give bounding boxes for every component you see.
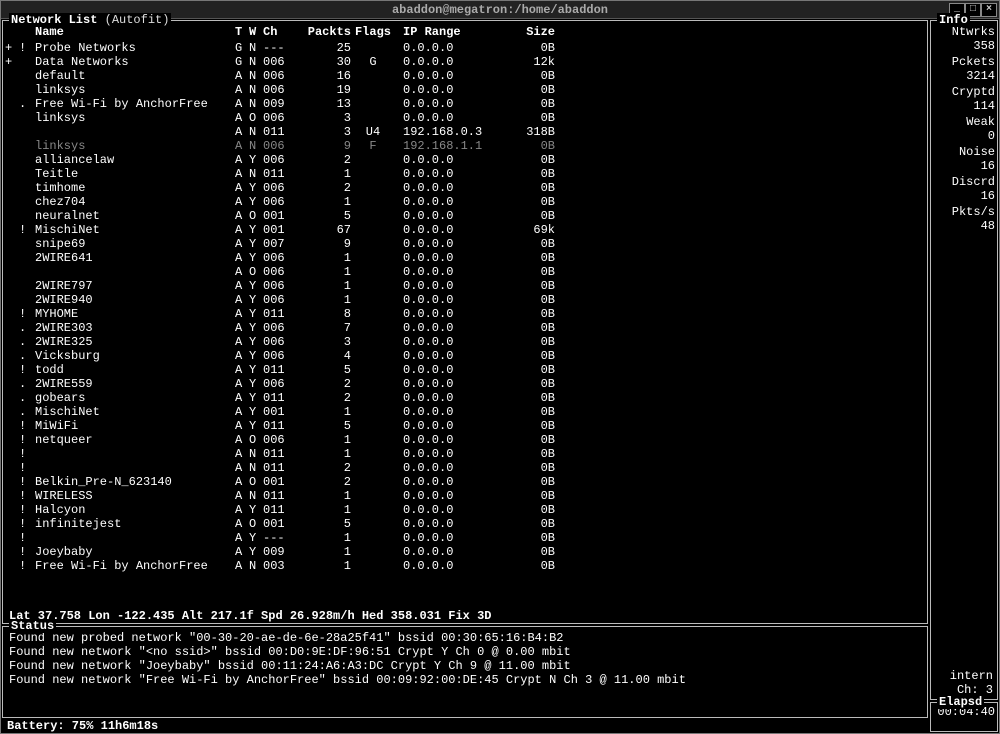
elapsed-panel: Elapsd 00:04:40	[930, 702, 998, 732]
network-row[interactable]: . 2WIRE325AY00630.0.0.00B	[3, 335, 927, 349]
network-row[interactable]: AN0113U4192.168.0.3318B	[3, 125, 927, 139]
info-value: 114	[933, 99, 995, 113]
network-row[interactable]: ! AN01110.0.0.00B	[3, 447, 927, 461]
info-label: Pckets	[933, 55, 995, 69]
network-row[interactable]: ! HalcyonAY01110.0.0.00B	[3, 503, 927, 517]
network-row[interactable]: TeitleAN01110.0.0.00B	[3, 167, 927, 181]
network-row[interactable]: 2WIRE797AY00610.0.0.00B	[3, 279, 927, 293]
info-value: 16	[933, 159, 995, 173]
network-row[interactable]: 2WIRE940AY00610.0.0.00B	[3, 293, 927, 307]
info-panel: Info Ntwrks358Pckets3214Cryptd114Weak0No…	[930, 20, 998, 700]
network-row[interactable]: snipe69AY00790.0.0.00B	[3, 237, 927, 251]
status-lines: Found new probed network "00-30-20-ae-de…	[9, 631, 921, 687]
network-row[interactable]: linksysAO00630.0.0.00B	[3, 111, 927, 125]
status-panel: Status Found new probed network "00-30-2…	[2, 626, 928, 718]
network-row[interactable]: ! toddAY01150.0.0.00B	[3, 363, 927, 377]
network-row[interactable]: ! MYHOMEAY01180.0.0.00B	[3, 307, 927, 321]
col-flags: Flags	[351, 25, 395, 39]
col-name: Name	[35, 25, 235, 39]
network-row[interactable]: +!Probe NetworksGN---250.0.0.00B	[3, 41, 927, 55]
network-row[interactable]: linksysAN006190.0.0.00B	[3, 83, 927, 97]
network-row[interactable]: AO00610.0.0.00B	[3, 265, 927, 279]
battery-line: Battery: 75% 11h6m18s	[1, 719, 929, 733]
network-row[interactable]: . MischiNetAY00110.0.0.00B	[3, 405, 927, 419]
left-column: Network List (Autofit) Name T W Ch Packt…	[1, 19, 929, 733]
autofit-label: (Autofit)	[105, 13, 170, 27]
col-t: T	[235, 25, 249, 39]
panel-title-text: Network List	[11, 13, 97, 27]
main-area: Network List (Autofit) Name T W Ch Packt…	[1, 19, 999, 733]
col-ip: IP Range	[395, 25, 499, 39]
network-row[interactable]: ! Free Wi-Fi by AnchorFreeAN00310.0.0.00…	[3, 559, 927, 573]
network-row[interactable]: linksysAN0069F192.168.1.10B	[3, 139, 927, 153]
window-title: abaddon@megatron:/home/abaddon	[392, 3, 608, 17]
status-title: Status	[9, 619, 56, 633]
network-row[interactable]: ! MischiNetAY001670.0.0.069k	[3, 223, 927, 237]
network-row[interactable]: timhomeAY00620.0.0.00B	[3, 181, 927, 195]
col-packts: Packts	[295, 25, 351, 39]
info-value: 48	[933, 219, 995, 233]
network-row[interactable]: . 2WIRE303AY00670.0.0.00B	[3, 321, 927, 335]
network-row[interactable]: ! netqueerAO00610.0.0.00B	[3, 433, 927, 447]
status-line: Found new network "Joeybaby" bssid 00:11…	[9, 659, 921, 673]
network-list-panel: Network List (Autofit) Name T W Ch Packt…	[2, 20, 928, 624]
network-header-row: Name T W Ch Packts Flags IP Range Size	[3, 25, 927, 39]
info-label: Noise	[933, 145, 995, 159]
network-row[interactable]: ! AY---10.0.0.00B	[3, 531, 927, 545]
info-value: 358	[933, 39, 995, 53]
status-line: Found new probed network "00-30-20-ae-de…	[9, 631, 921, 645]
info-label: Discrd	[933, 175, 995, 189]
info-label: Pkts/s	[933, 205, 995, 219]
info-value: 3214	[933, 69, 995, 83]
info-label: Ntwrks	[933, 25, 995, 39]
network-row[interactable]: . gobearsAY01120.0.0.00B	[3, 391, 927, 405]
network-row[interactable]: alliancelawAY00620.0.0.00B	[3, 153, 927, 167]
network-list-title: Network List (Autofit)	[9, 13, 171, 27]
elapsed-title: Elapsd	[937, 695, 984, 709]
network-row[interactable]: defaultAN006160.0.0.00B	[3, 69, 927, 83]
network-row[interactable]: ! WIRELESSAN01110.0.0.00B	[3, 489, 927, 503]
network-row[interactable]: . 2WIRE559AY00620.0.0.00B	[3, 377, 927, 391]
right-column: Info Ntwrks358Pckets3214Cryptd114Weak0No…	[929, 19, 999, 733]
network-row[interactable]: chez704AY00610.0.0.00B	[3, 195, 927, 209]
info-title: Info	[937, 13, 970, 27]
network-rows[interactable]: +!Probe NetworksGN---250.0.0.00B+Data Ne…	[3, 41, 927, 609]
network-row[interactable]: . Free Wi-Fi by AnchorFreeAN009130.0.0.0…	[3, 97, 927, 111]
info-items: Ntwrks358Pckets3214Cryptd114Weak0Noise16…	[933, 25, 995, 233]
close-button[interactable]: ×	[981, 3, 997, 17]
gps-coord-line: Lat 37.758 Lon -122.435 Alt 217.1f Spd 2…	[3, 609, 927, 623]
info-iface: intern	[950, 669, 993, 683]
col-ch: Ch	[263, 25, 295, 39]
network-row[interactable]: . VicksburgAY00640.0.0.00B	[3, 349, 927, 363]
col-size: Size	[499, 25, 555, 39]
status-line: Found new network "<no ssid>" bssid 00:D…	[9, 645, 921, 659]
terminal-window: abaddon@megatron:/home/abaddon _ □ × Net…	[0, 0, 1000, 734]
info-value: 0	[933, 129, 995, 143]
network-row[interactable]: ! MiWiFiAY01150.0.0.00B	[3, 419, 927, 433]
network-row[interactable]: ! JoeybabyAY00910.0.0.00B	[3, 545, 927, 559]
info-label: Cryptd	[933, 85, 995, 99]
col-w: W	[249, 25, 263, 39]
status-line: Found new network "Free Wi-Fi by AnchorF…	[9, 673, 921, 687]
info-value: 16	[933, 189, 995, 203]
network-row[interactable]: 2WIRE641AY00610.0.0.00B	[3, 251, 927, 265]
network-row[interactable]: ! AN01120.0.0.00B	[3, 461, 927, 475]
network-row[interactable]: ! Belkin_Pre-N_623140AO00120.0.0.00B	[3, 475, 927, 489]
network-row[interactable]: neuralnetAO00150.0.0.00B	[3, 209, 927, 223]
network-row[interactable]: ! infinitejestAO00150.0.0.00B	[3, 517, 927, 531]
info-label: Weak	[933, 115, 995, 129]
network-row[interactable]: +Data NetworksGN00630G0.0.0.012k	[3, 55, 927, 69]
